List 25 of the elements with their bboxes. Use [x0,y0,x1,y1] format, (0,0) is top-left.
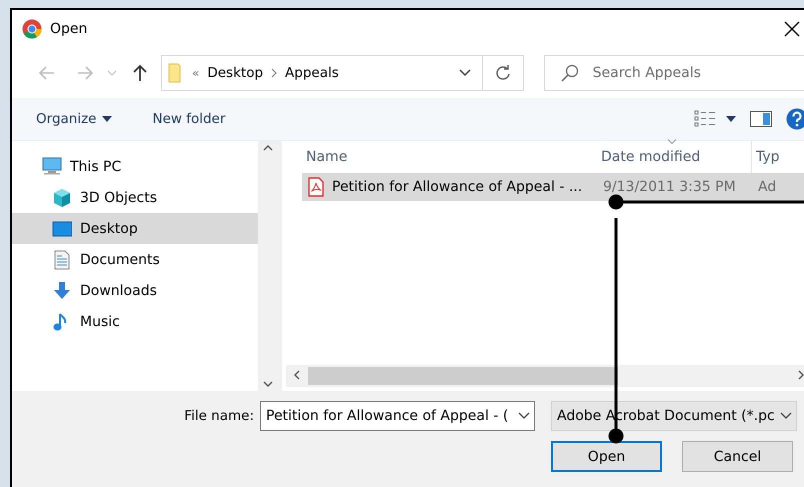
file-name-label: File name: [183,408,255,424]
file-row[interactable]: Petition for Allowance of Appeal - ... 9/13/2011 3:35 PM Ad [302,173,804,201]
search-field[interactable]: Search Appeals [592,65,793,81]
nav-item[interactable]: Documents [12,244,258,275]
nav-item[interactable]: Desktop [12,213,258,244]
breadcrumb[interactable]: Desktop [207,65,264,81]
new-folder-button[interactable]: New folder [152,107,226,131]
file-name-field[interactable]: Petition for Allowance of Appeal - ( [260,401,535,431]
open-button[interactable]: Open [551,441,662,472]
column-header[interactable]: Name [302,141,597,173]
file-name: Petition for Allowance of Appeal - ... [332,179,582,195]
overflow-chevron[interactable]: « [192,66,200,80]
nav-item[interactable]: This PC [12,151,258,182]
table-cell-text: 9/13/2011 3:35 PM [602,179,737,195]
nav-item[interactable]: 3D Objects [12,182,258,213]
table-cell-text: Ad [757,179,778,195]
nav-item[interactable]: Music [12,306,258,337]
column-header[interactable]: Typ [752,141,804,173]
cancel-button[interactable]: Cancel [682,441,793,472]
breadcrumb[interactable]: Appeals [285,65,339,81]
window-title: Open [50,21,88,37]
search-box[interactable]: Search Appeals [544,55,804,91]
address-bar[interactable]: « Desktop Appeals [161,55,524,91]
nav-item[interactable]: Downloads [12,275,258,306]
organize-button[interactable]: Organize [36,107,112,131]
